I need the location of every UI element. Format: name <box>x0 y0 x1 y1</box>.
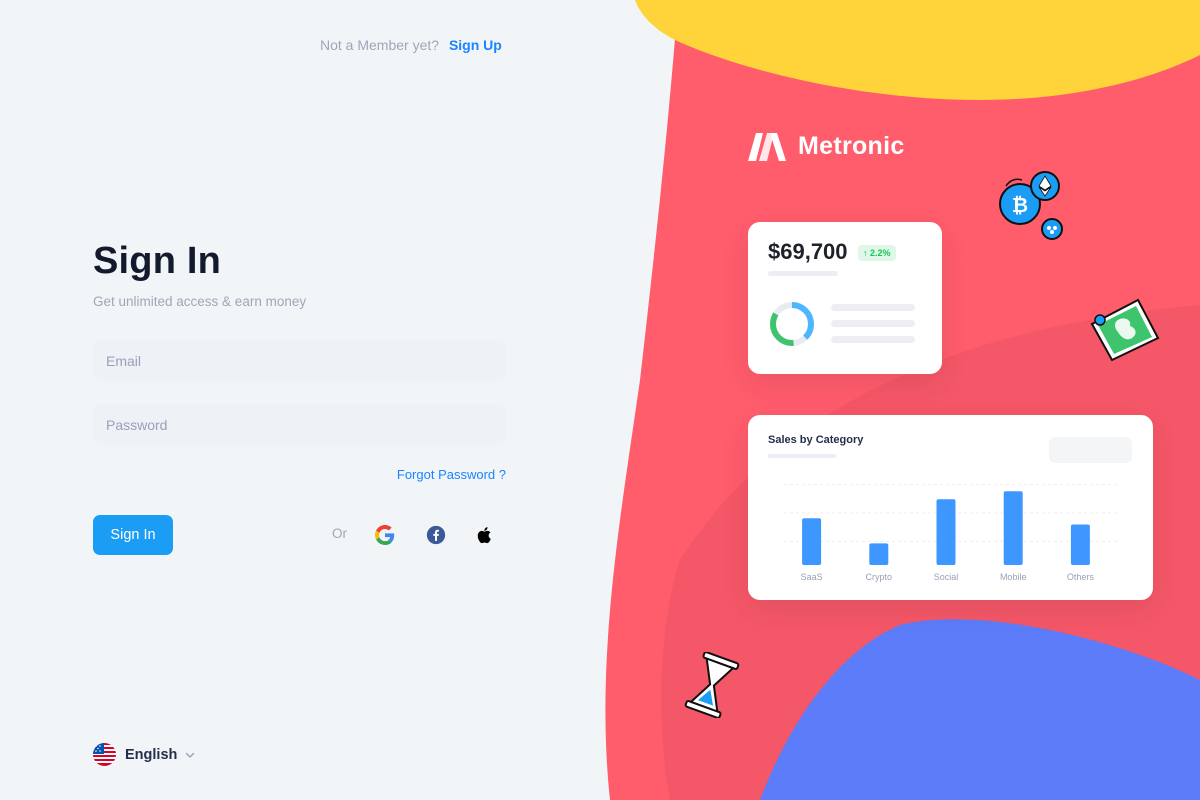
x-tick-label: Others <box>1067 572 1095 582</box>
facebook-signin-button[interactable] <box>417 516 455 554</box>
sign-in-button[interactable]: Sign In <box>93 515 173 555</box>
chart-bar-crypto <box>869 543 889 565</box>
chart-bar-social <box>936 499 956 565</box>
signup-prompt: Not a Member yet? Sign Up <box>320 37 502 53</box>
placeholder-line <box>768 271 838 276</box>
google-signin-button[interactable] <box>366 516 404 554</box>
facebook-icon <box>426 525 446 545</box>
arrow-up-icon: ↑ <box>863 248 868 258</box>
signup-link[interactable]: Sign Up <box>449 37 502 53</box>
password-field[interactable] <box>93 404 506 445</box>
us-flag-icon <box>93 743 116 766</box>
email-field[interactable] <box>93 340 506 381</box>
x-tick-label: SaaS <box>801 572 823 582</box>
apple-signin-button[interactable] <box>466 516 504 554</box>
x-tick-label: Social <box>934 572 959 582</box>
signup-prompt-text: Not a Member yet? <box>320 37 440 53</box>
svg-text:₿: ₿ <box>1012 193 1028 217</box>
sales-chart-card: Sales by Category SaaS Crypto Social Mobile… <box>748 415 1153 600</box>
sales-bar-chart: SaaS Crypto Social Mobile Others <box>784 484 1120 582</box>
x-tick-label: Mobile <box>1000 572 1027 582</box>
change-badge: ↑ 2.2% <box>858 245 896 261</box>
donut-chart-icon <box>770 302 814 346</box>
google-icon <box>375 525 395 545</box>
brand-name: Metronic <box>798 132 905 160</box>
apple-icon <box>477 527 491 544</box>
placeholder-line <box>831 320 915 327</box>
language-selector[interactable]: English <box>93 743 195 766</box>
language-label: English <box>125 746 178 763</box>
stats-amount: $69,700 <box>768 239 848 264</box>
page-title: Sign In <box>93 240 222 282</box>
metronic-logo-icon <box>748 132 786 161</box>
placeholder-line <box>831 304 915 311</box>
brand-logo: Metronic <box>748 132 905 161</box>
crypto-coins-icon: ₿ <box>999 171 1063 240</box>
forgot-password-link[interactable]: Forgot Password ? <box>397 467 506 482</box>
hourglass-icon <box>684 652 740 718</box>
chart-bar-others <box>1070 524 1090 565</box>
chart-bar-saas <box>802 518 822 565</box>
page-subtitle: Get unlimited access & earn money <box>93 294 307 309</box>
or-label: Or <box>332 526 347 541</box>
chevron-down-icon <box>186 752 195 758</box>
chart-bar-mobile <box>1003 491 1023 565</box>
placeholder-line <box>831 336 915 343</box>
change-value: 2.2% <box>870 248 891 258</box>
stats-card: $69,700 ↑ 2.2% <box>748 222 942 374</box>
map-icon <box>1090 298 1160 362</box>
x-tick-label: Crypto <box>866 572 893 582</box>
